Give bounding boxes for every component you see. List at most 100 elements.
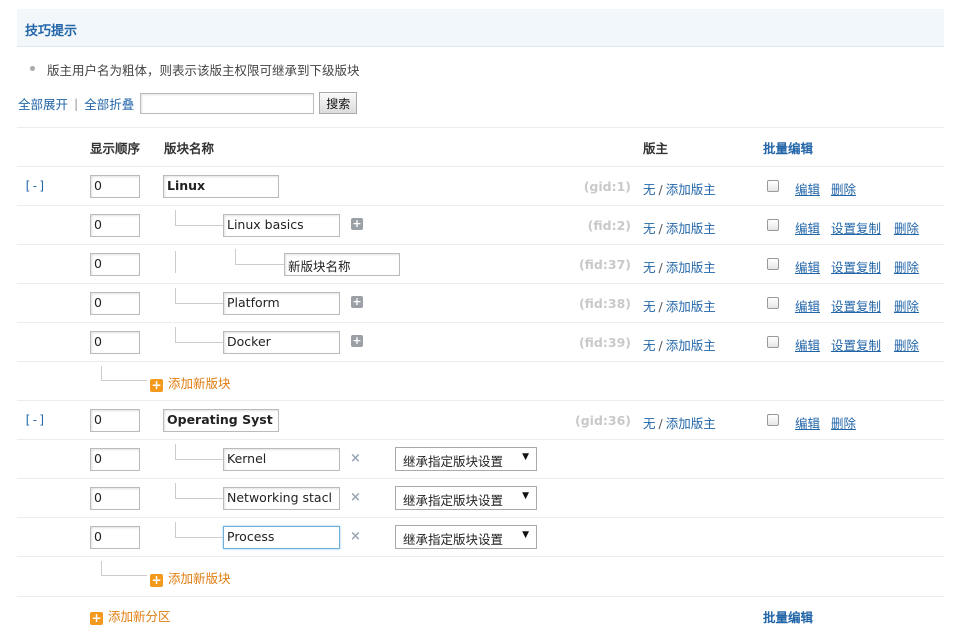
add-group-link[interactable]: + 添加新分区	[90, 606, 171, 625]
row-checkbox[interactable]	[767, 180, 779, 192]
inherit-select[interactable]: 继承指定版块设置 ▼	[395, 447, 537, 471]
tree-line	[175, 483, 176, 498]
delete-link[interactable]: 删除	[894, 296, 919, 315]
chevron-down-icon: ▼	[522, 491, 529, 501]
collapse-all-link[interactable]: 全部折叠	[84, 94, 134, 113]
forum-name-input[interactable]: Linux basics	[223, 214, 340, 237]
add-orange-icon: +	[150, 378, 163, 392]
expand-all-link[interactable]: 全部展开	[18, 94, 68, 113]
forum-name-input[interactable]: Platform	[223, 292, 340, 315]
edit-link[interactable]: 编辑	[795, 257, 820, 276]
new-forum-name-input[interactable]: Networking stacl	[223, 487, 340, 510]
table-row: [-] 0 Linux (gid:1) 无 / 添加版主 编辑 删除	[0, 167, 955, 206]
order-input[interactable]: 0	[90, 292, 140, 315]
x-icon[interactable]: ×	[350, 529, 361, 544]
forum-id: (fid:37)	[578, 257, 631, 272]
group-name-input[interactable]: Linux	[163, 175, 279, 198]
add-board-link[interactable]: + 添加新版块	[150, 373, 231, 392]
tip-text: 版主用户名为粗体，则表示该版主权限可继承到下级版块	[47, 63, 360, 78]
add-board-link[interactable]: + 添加新版块	[150, 568, 231, 587]
row-checkbox[interactable]	[767, 336, 779, 348]
copy-settings-link[interactable]: 设置复制	[831, 218, 881, 237]
forum-id: (fid:38)	[578, 296, 631, 311]
table-row: 0 Networking stacl × 继承指定版块设置 ▼	[0, 479, 955, 518]
new-forum-name-input[interactable]: Process	[223, 526, 340, 549]
inherit-select[interactable]: 继承指定版块设置 ▼	[395, 525, 537, 549]
search-button[interactable]: 搜索	[319, 92, 358, 114]
subforum-name-input[interactable]: 新版块名称	[284, 253, 400, 276]
edit-link[interactable]: 编辑	[795, 218, 820, 237]
forum-id: (fid:39)	[578, 335, 631, 350]
order-input[interactable]: 0	[90, 526, 140, 549]
group-id: (gid:1)	[583, 179, 631, 194]
copy-settings-link[interactable]: 设置复制	[831, 296, 881, 315]
add-moderator-link[interactable]: 添加版主	[666, 299, 716, 314]
add-moderator-link[interactable]: 添加版主	[666, 182, 716, 197]
collapse-toggle[interactable]: [-]	[24, 179, 46, 193]
delete-link[interactable]: 删除	[894, 218, 919, 237]
plus-square-icon[interactable]: +	[351, 218, 363, 230]
order-input[interactable]: 0	[90, 487, 140, 510]
edit-link[interactable]: 编辑	[795, 296, 820, 315]
order-input[interactable]: 0	[90, 214, 140, 237]
group-id: (gid:36)	[575, 413, 631, 428]
separator: |	[74, 95, 79, 111]
tree-line	[175, 537, 223, 538]
moderator-cell: 无 / 添加版主	[643, 221, 716, 236]
add-board-row: + 添加新版块	[0, 557, 955, 596]
collapse-toggle[interactable]: [-]	[24, 413, 46, 427]
tree-line	[175, 522, 176, 537]
add-moderator-link[interactable]: 添加版主	[666, 338, 716, 353]
new-forum-name-input[interactable]: Kernel	[223, 448, 340, 471]
edit-link[interactable]: 编辑	[795, 179, 820, 198]
order-input[interactable]: 0	[90, 253, 140, 276]
row-checkbox[interactable]	[767, 414, 779, 426]
tree-line	[101, 575, 147, 576]
table-row: 0 Docker + (fid:39) 无 / 添加版主 编辑 设置复制 删除	[0, 323, 955, 362]
moderator-cell: 无 / 添加版主	[643, 299, 716, 314]
batch-edit-link[interactable]: 批量编辑	[763, 138, 813, 157]
tree-line	[175, 288, 176, 303]
moderator-cell: 无 / 添加版主	[643, 182, 716, 197]
delete-link[interactable]: 删除	[894, 257, 919, 276]
batch-edit-footer-link[interactable]: 批量编辑	[763, 607, 813, 626]
row-checkbox[interactable]	[767, 258, 779, 270]
table-row: 0 Process × 继承指定版块设置 ▼	[0, 518, 955, 557]
footer-row: + 添加新分区 批量编辑	[0, 597, 955, 636]
tree-line	[175, 459, 223, 460]
order-input[interactable]: 0	[90, 175, 140, 198]
tree-line	[175, 251, 176, 273]
tree-line	[175, 225, 223, 226]
delete-link[interactable]: 删除	[831, 179, 856, 198]
add-moderator-link[interactable]: 添加版主	[666, 416, 716, 431]
copy-settings-link[interactable]: 设置复制	[831, 257, 881, 276]
add-board-row: + 添加新版块	[0, 362, 955, 401]
add-moderator-link[interactable]: 添加版主	[666, 260, 716, 275]
edit-link[interactable]: 编辑	[795, 413, 820, 432]
header-name: 版块名称	[164, 141, 215, 156]
add-moderator-link[interactable]: 添加版主	[666, 221, 716, 236]
header-moderator: 版主	[643, 141, 669, 156]
forum-name-input[interactable]: Docker	[223, 331, 340, 354]
x-icon[interactable]: ×	[350, 451, 361, 466]
moderator-cell: 无 / 添加版主	[643, 338, 716, 353]
delete-link[interactable]: 删除	[894, 335, 919, 354]
delete-link[interactable]: 删除	[831, 413, 856, 432]
search-input[interactable]	[140, 92, 315, 114]
plus-square-icon[interactable]: +	[351, 335, 363, 347]
order-input[interactable]: 0	[90, 409, 140, 432]
tips-header: 技巧提示	[17, 9, 944, 47]
row-checkbox[interactable]	[767, 297, 779, 309]
copy-settings-link[interactable]: 设置复制	[831, 335, 881, 354]
group-name-input[interactable]: Operating Syst	[163, 409, 279, 432]
edit-link[interactable]: 编辑	[795, 335, 820, 354]
x-icon[interactable]: ×	[350, 490, 361, 505]
inherit-select[interactable]: 继承指定版块设置 ▼	[395, 486, 537, 510]
order-input[interactable]: 0	[90, 331, 140, 354]
order-input[interactable]: 0	[90, 448, 140, 471]
row-checkbox[interactable]	[767, 219, 779, 231]
tree-line	[101, 380, 147, 381]
tree-line	[101, 366, 102, 380]
plus-square-icon[interactable]: +	[351, 296, 363, 308]
moderator-cell: 无 / 添加版主	[643, 416, 716, 431]
